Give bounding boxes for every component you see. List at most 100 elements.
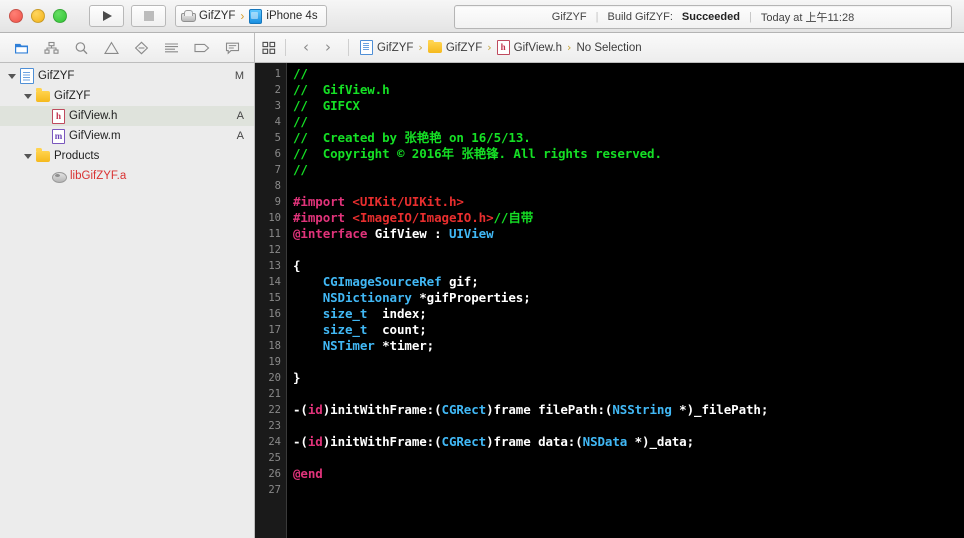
line-number: 8 — [274, 180, 281, 192]
code-line: // GifView.h — [293, 82, 964, 98]
code-token-pln: )initWithFrame:( — [322, 402, 442, 417]
code-token-type: CGRect — [441, 402, 487, 417]
code-token-pln: )frame filePath:( — [486, 402, 613, 417]
sidebar-item-label: GifView.h — [69, 110, 118, 122]
forward-button[interactable]: › — [317, 40, 339, 55]
code-line: NSDictionary *gifProperties; — [293, 290, 964, 306]
code-token-pln: } — [293, 370, 301, 385]
close-button[interactable] — [9, 9, 23, 23]
code-token-pln: index; — [367, 306, 427, 321]
diamond-icon[interactable] — [134, 41, 149, 55]
line-number: 4 — [274, 116, 281, 128]
disclosure-triangle-icon[interactable] — [24, 152, 33, 161]
code-token-pln — [293, 322, 323, 337]
jump-bar: ‹ › GifZYF › GifZYF › h GifView.h › No S… — [255, 33, 964, 62]
status-divider-1: | — [595, 11, 599, 23]
code-token-type: size_t — [322, 306, 368, 321]
code-line: size_t index; — [293, 306, 964, 322]
zoom-button[interactable] — [53, 9, 67, 23]
status-project: GifZYF — [551, 11, 587, 23]
navigator-selector-bar — [0, 33, 255, 62]
code-token-type: NSDictionary — [322, 290, 412, 305]
code-token-pln: -( — [293, 434, 308, 449]
line-number: 9 — [274, 196, 281, 208]
breadcrumb-item-project[interactable]: GifZYF — [358, 40, 415, 55]
status-result: Succeeded — [681, 11, 740, 23]
speech-bubble-icon[interactable] — [225, 41, 240, 55]
tag-icon[interactable] — [194, 41, 210, 55]
sidebar-item-gifview-h[interactable]: h GifView.h A — [0, 106, 254, 126]
code-line: { — [293, 258, 964, 274]
code-token-pln: *gifProperties; — [411, 290, 531, 305]
disclosure-triangle-icon[interactable] — [24, 92, 33, 101]
code-line: // — [293, 114, 964, 130]
scm-status-badge: M — [234, 70, 244, 82]
sidebar-item-label: Products — [54, 150, 100, 162]
folder-icon[interactable] — [14, 41, 29, 55]
code-line: // — [293, 66, 964, 82]
code-line: // Copyright © 2016年 张艳锋. All rights res… — [293, 146, 964, 162]
code-token-cmt: // Copyright © 2016年 张艳锋. All rights res… — [293, 146, 662, 161]
code-token-type: CGImageSourceRef — [322, 274, 442, 289]
run-button[interactable] — [89, 5, 124, 27]
warning-triangle-icon[interactable] — [103, 41, 119, 55]
scm-status-badge: A — [236, 110, 244, 122]
code-line: #import <ImageIO/ImageIO.h>//自带 — [293, 210, 964, 226]
xcode-window: GifZYF › iPhone 4s GifZYF | Build GifZYF… — [0, 0, 964, 538]
code-token-cmt: //自带 — [493, 210, 534, 225]
breadcrumb-item-selection[interactable]: No Selection — [574, 42, 643, 54]
code-content[interactable]: //// GifView.h// GIFCX//// Created by 张艳… — [287, 63, 964, 538]
code-token-type: CGRect — [441, 434, 487, 449]
back-button[interactable]: ‹ — [295, 40, 317, 55]
line-number: 18 — [268, 340, 281, 352]
header-file-icon: h — [496, 40, 510, 55]
code-token-cmt: // — [293, 66, 308, 81]
search-icon[interactable] — [74, 41, 89, 55]
sidebar-item-products[interactable]: Products — [0, 146, 254, 166]
code-token-pln — [293, 274, 323, 289]
sidebar-item-gifview-m[interactable]: m GifView.m A — [0, 126, 254, 146]
code-token-pln: )frame data:( — [486, 434, 583, 449]
line-number: 5 — [274, 132, 281, 144]
list-lines-icon[interactable] — [164, 41, 179, 55]
code-line: CGImageSourceRef gif; — [293, 274, 964, 290]
sidebar-item-gifzyf[interactable]: GifZYF M — [0, 66, 254, 86]
line-number: 22 — [268, 404, 281, 416]
hierarchy-icon[interactable] — [44, 41, 59, 55]
breadcrumb-item-file[interactable]: h GifView.h — [495, 40, 564, 55]
breadcrumb-chevron-icon: › — [487, 41, 492, 54]
sidebar-item-gifzyf[interactable]: GifZYF — [0, 86, 254, 106]
code-line: -(id)initWithFrame:(CGRect)frame filePat… — [293, 402, 964, 418]
code-token-pln: GifView : — [367, 226, 449, 241]
breadcrumb-chevron-icon: › — [418, 41, 423, 54]
code-token-pln: *)_data; — [627, 434, 695, 449]
folder-icon — [36, 148, 50, 162]
project-doc-icon — [360, 40, 373, 55]
breadcrumb-item-group[interactable]: GifZYF — [426, 39, 484, 54]
code-token-pre: #import — [293, 194, 353, 209]
code-token-kw: @interface — [293, 226, 368, 241]
code-token-kw: id — [307, 402, 323, 417]
project-navigator[interactable]: GifZYF M GifZYF h GifView.h Am GifView.m A Produ… — [0, 63, 255, 538]
line-number: 3 — [274, 100, 281, 112]
scm-status-badge: A — [236, 130, 244, 142]
activity-status-bar[interactable]: GifZYF | Build GifZYF: Succeeded | Today… — [454, 5, 952, 29]
sidebar-item-label: libGifZYF.a — [70, 170, 127, 182]
code-token-pln: )initWithFrame:( — [322, 434, 442, 449]
grid-icon[interactable] — [262, 41, 276, 55]
stop-button[interactable] — [131, 5, 166, 27]
code-token-type: size_t — [322, 322, 368, 337]
scheme-selector[interactable]: GifZYF › iPhone 4s — [175, 5, 327, 27]
disclosure-triangle-icon[interactable] — [8, 72, 17, 81]
code-line: // GIFCX — [293, 98, 964, 114]
line-number: 1 — [274, 68, 281, 80]
breadcrumb-label: No Selection — [576, 41, 642, 54]
minimize-button[interactable] — [31, 9, 45, 23]
navigator-and-jumpbar: ‹ › GifZYF › GifZYF › h GifView.h › No S… — [0, 33, 964, 63]
source-editor[interactable]: 1 2 3 4 5 6 7 8 9 10 11 12 13 14 15 16 17 18 19 20 21 22 23 24 2… — [255, 63, 964, 538]
sidebar-item-libgifzyf-a[interactable]: libGifZYF.a — [0, 166, 254, 186]
sidebar-item-label: GifView.m — [69, 130, 121, 142]
line-number: 14 — [268, 276, 281, 288]
